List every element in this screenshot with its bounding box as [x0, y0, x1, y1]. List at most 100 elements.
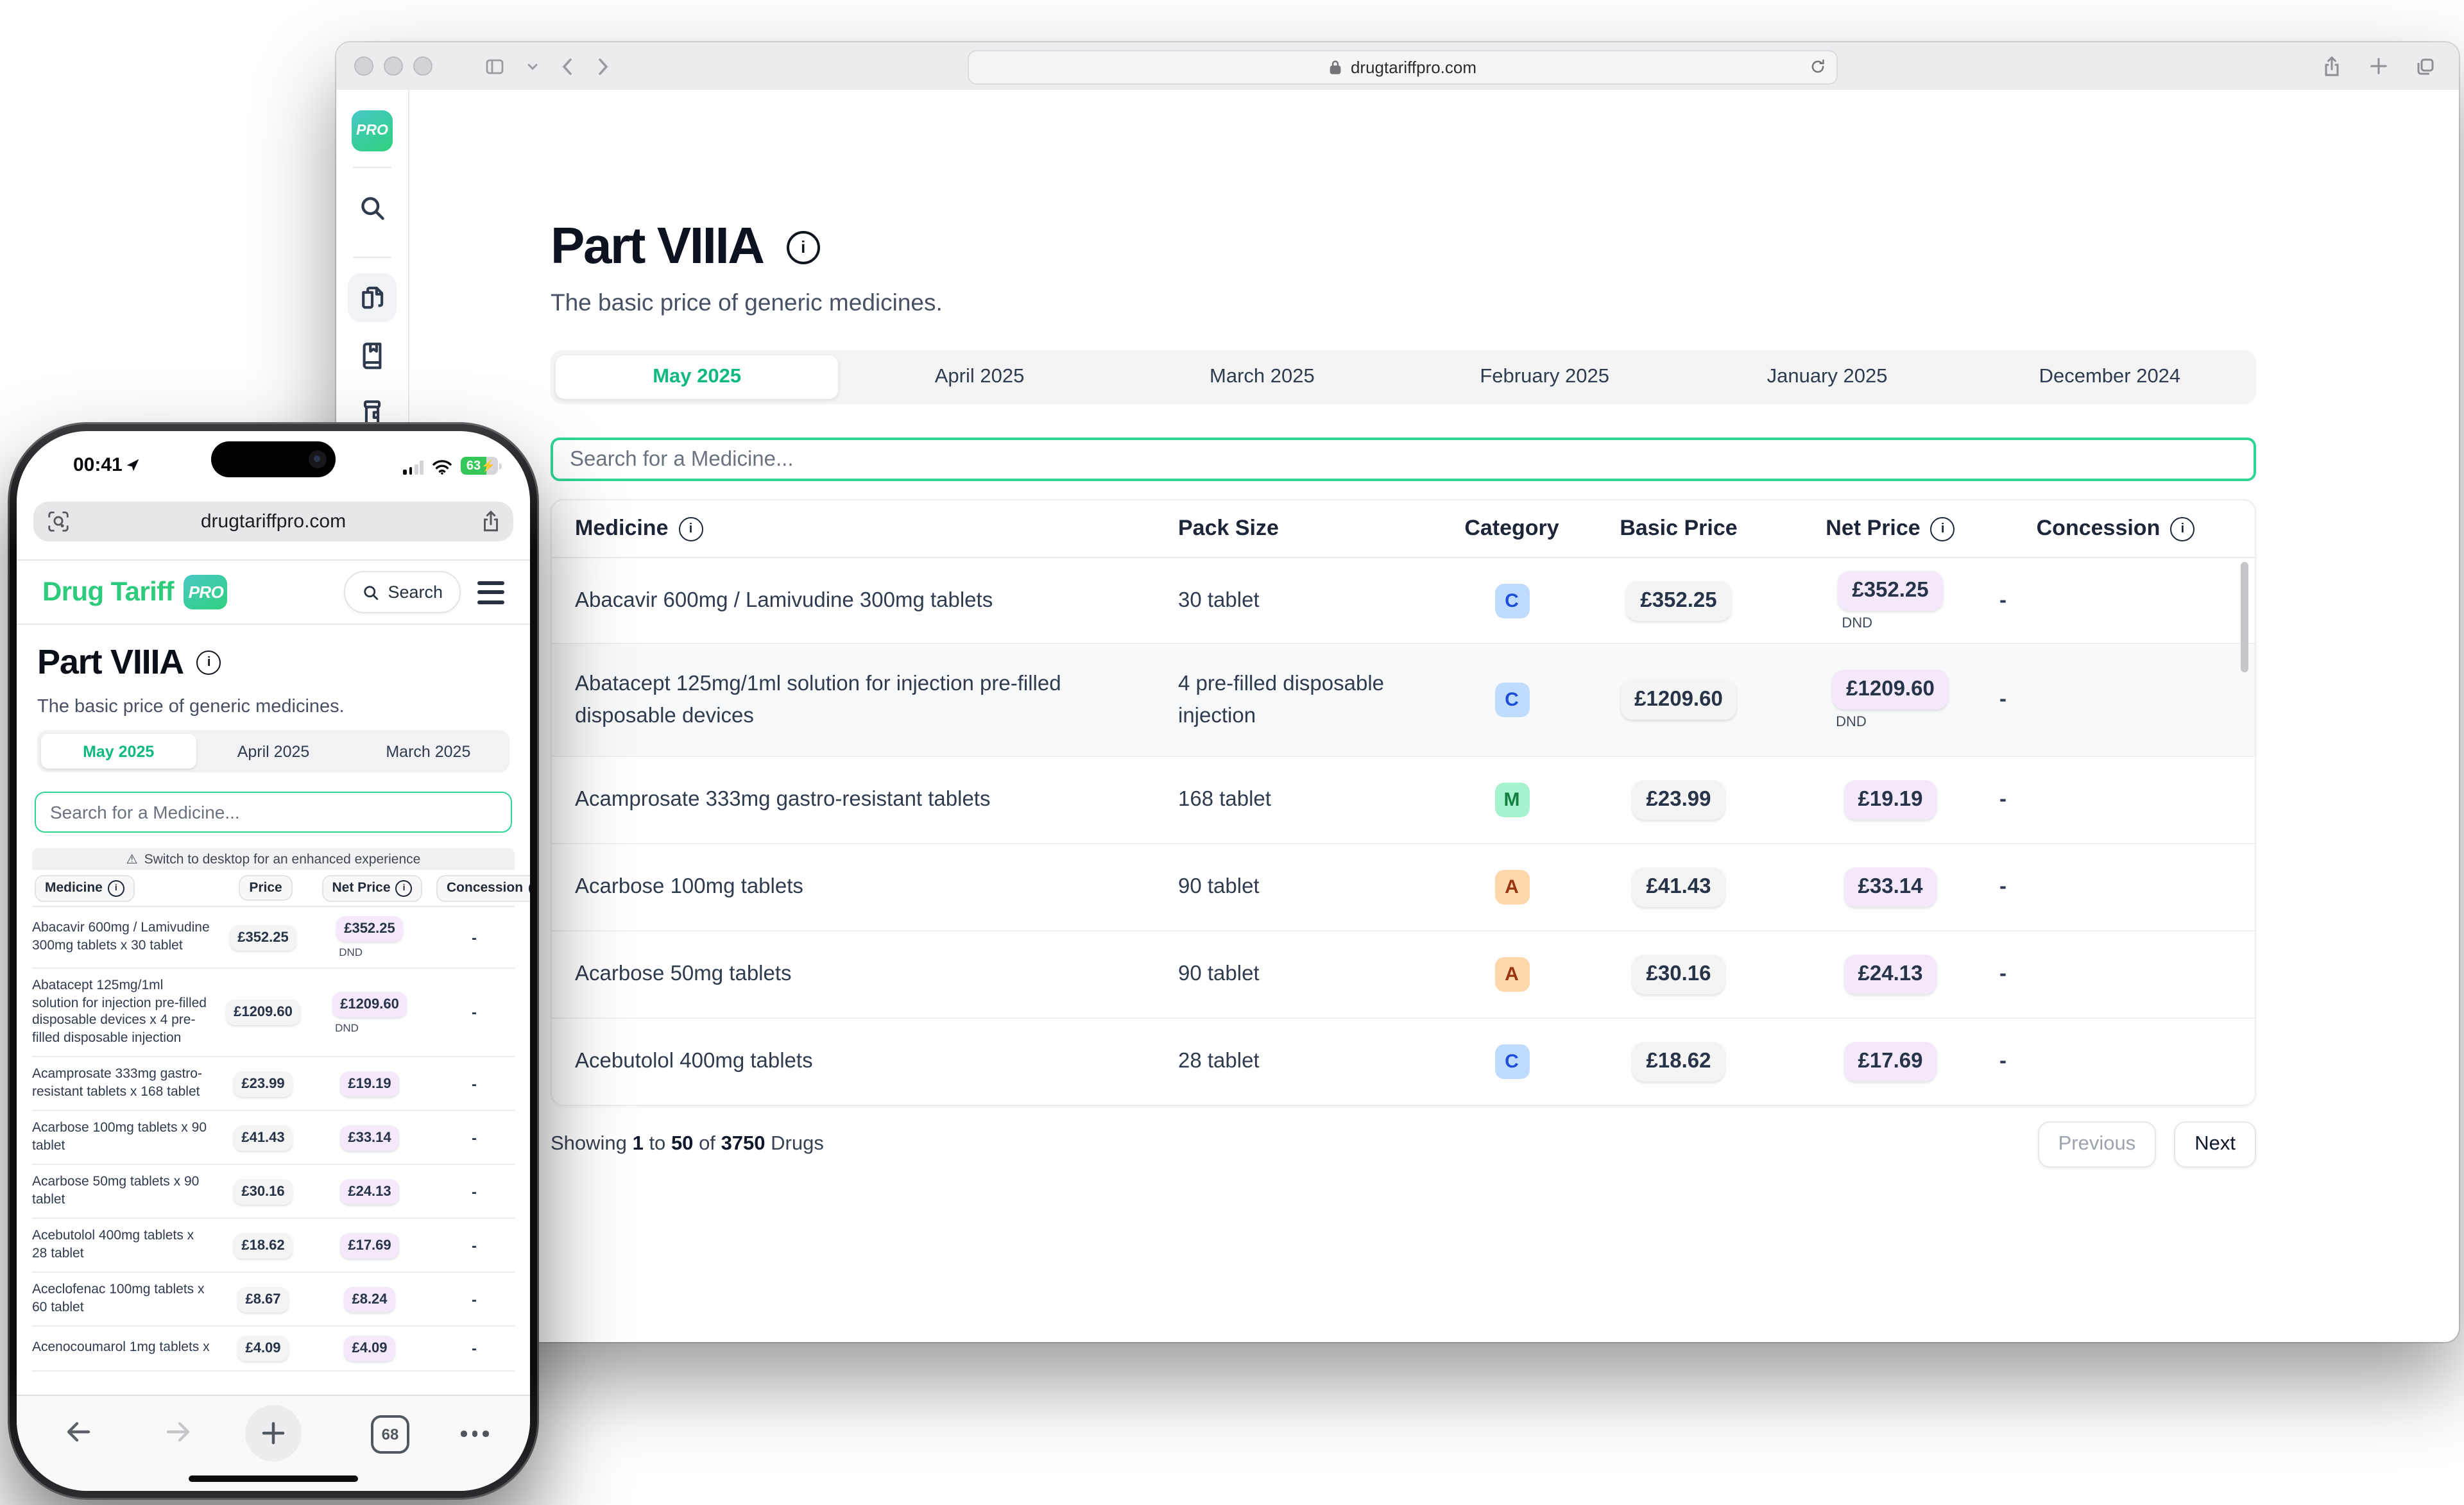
search-icon [362, 583, 380, 601]
basic-price-pill: £1209.60 [1620, 680, 1737, 720]
sidebar-search-icon[interactable] [348, 183, 397, 232]
price-pill: £18.62 [234, 1232, 292, 1258]
medicine-info-icon[interactable] [679, 516, 703, 541]
pro-logo[interactable]: PRO [352, 110, 393, 151]
minimize-window-button[interactable] [384, 56, 403, 76]
table-row[interactable]: Acebutolol 400mg tablets 28 tablet C £18… [552, 1017, 2255, 1105]
forward-icon[interactable] [595, 56, 611, 76]
col-net-price[interactable]: Net Price [1826, 516, 1920, 541]
col-medicine[interactable]: Medicine [575, 516, 669, 541]
phone-more-button[interactable] [461, 1431, 488, 1436]
phone-page-subtitle: The basic price of generic medicines. [37, 697, 345, 717]
browser-nav [484, 56, 611, 76]
close-window-button[interactable] [354, 56, 373, 76]
toolbar-right [2322, 42, 2436, 90]
table-scrollbar[interactable] [2241, 562, 2248, 672]
phone-address-bar[interactable]: drugtariffpro.com [33, 502, 513, 541]
charging-bolt-icon: ⚡ [481, 459, 495, 473]
phone-table-row[interactable]: Acebutolol 400mg tablets x 28 tablet £18… [32, 1219, 515, 1273]
phone-month-tab[interactable]: May 2025 [41, 734, 196, 769]
phone-table-body: Abacavir 600mg / Lamivudine 300mg tablet… [32, 907, 515, 1396]
dynamic-island [211, 441, 336, 477]
home-indicator[interactable] [189, 1475, 358, 1482]
month-tab[interactable]: January 2025 [1686, 355, 1968, 399]
table-footer: Showing 1 to 50 of 3750 Drugs Previous N… [551, 1121, 2256, 1168]
chevron-down-icon[interactable] [526, 60, 539, 72]
phone-col-price[interactable]: Price [239, 875, 292, 901]
concession-value: - [472, 1075, 477, 1093]
col-pack-size[interactable]: Pack Size [1178, 516, 1279, 541]
price-pill: £23.99 [234, 1071, 292, 1096]
phone-month-tab[interactable]: March 2025 [351, 734, 506, 769]
tab-overview-icon[interactable] [2415, 56, 2436, 76]
concession-info-icon[interactable] [2170, 516, 2194, 541]
page-scan-icon[interactable] [46, 509, 71, 534]
url-text: drugtariffpro.com [1351, 58, 1476, 77]
price-pill: £352.25 [230, 924, 296, 950]
table-row[interactable]: Abacavir 600mg / Lamivudine 300mg tablet… [552, 558, 2255, 643]
menu-icon[interactable] [477, 581, 504, 604]
month-tab[interactable]: February 2025 [1403, 355, 1686, 399]
medicine-search-input[interactable] [551, 438, 2256, 481]
phone-month-tab[interactable]: April 2025 [196, 734, 350, 769]
net-price-info-icon[interactable] [1931, 516, 1955, 541]
month-tab[interactable]: April 2025 [838, 355, 1120, 399]
phone-table-row[interactable]: Acenocoumarol 1mg tablets x £4.09 £4.09 … [32, 1327, 515, 1372]
phone-col-concession[interactable]: Concession [436, 874, 530, 901]
phone-table-row[interactable]: Acamprosate 333mg gastro-resistant table… [32, 1057, 515, 1111]
address-bar[interactable]: drugtariffpro.com [968, 50, 1838, 85]
medicines-table: Medicine Pack Size Category Basic Price … [551, 499, 2256, 1106]
table-row[interactable]: Acarbose 50mg tablets 90 tablet A £30.16… [552, 930, 2255, 1017]
phone-medicine-search-input[interactable] [35, 792, 512, 833]
net-price-pill: £1209.60 [1832, 670, 1949, 710]
phone-share-icon[interactable] [480, 509, 502, 534]
brand-logo[interactable]: Drug Tariff PRO [42, 575, 228, 609]
medicine-name: Acarbose 100mg tablets [575, 871, 1178, 903]
sidebar-item-tariff-parts[interactable] [348, 273, 397, 322]
phone-table-row[interactable]: Aceclofenac 100mg tablets x 60 tablet £8… [32, 1273, 515, 1327]
net-price-pill: £4.09 [344, 1336, 395, 1361]
medicine-name: Aceclofenac 100mg tablets x 60 tablet [32, 1282, 212, 1316]
zoom-window-button[interactable] [413, 56, 432, 76]
category-badge: C [1494, 1044, 1529, 1079]
search-button[interactable]: Search [344, 571, 461, 613]
phone-col-medicine[interactable]: Medicine [35, 874, 135, 901]
pack-size: 30 tablet [1178, 584, 1448, 616]
col-basic-price[interactable]: Basic Price [1620, 516, 1737, 541]
month-tab[interactable]: December 2024 [1969, 355, 2251, 399]
share-icon[interactable] [2322, 55, 2342, 78]
basic-price-pill: £352.25 [1626, 581, 1731, 620]
month-tab[interactable]: March 2025 [1121, 355, 1403, 399]
col-concession[interactable]: Concession [2037, 516, 2160, 541]
previous-page-button[interactable]: Previous [2038, 1121, 2157, 1168]
phone-new-tab-button[interactable] [245, 1405, 302, 1461]
refresh-icon[interactable] [1810, 58, 1826, 76]
phone-forward-icon[interactable] [163, 1418, 194, 1446]
price-pill: £1209.60 [226, 999, 300, 1025]
phone-table-row[interactable]: Abacavir 600mg / Lamivudine 300mg tablet… [32, 907, 515, 969]
title-info-icon[interactable] [787, 230, 820, 264]
table-row[interactable]: Abatacept 125mg/1ml solution for injecti… [552, 643, 2255, 756]
concession-value: - [472, 1182, 477, 1200]
phone-tabs-button[interactable]: 68 [371, 1415, 409, 1454]
table-row[interactable]: Acarbose 100mg tablets 90 tablet A £41.4… [552, 843, 2255, 930]
category-badge: A [1494, 870, 1529, 905]
col-category[interactable]: Category [1464, 516, 1559, 541]
phone-back-icon[interactable] [63, 1418, 94, 1446]
sidebar-toggle-icon[interactable] [484, 56, 506, 76]
status-time: 00:41 [73, 454, 141, 476]
window-controls[interactable] [354, 56, 432, 76]
new-tab-icon[interactable] [2369, 56, 2388, 76]
phone-col-net-price[interactable]: Net Price [321, 874, 422, 901]
back-icon[interactable] [560, 56, 575, 76]
dnd-label: DND [1836, 715, 1949, 730]
sidebar-item-bookmarks[interactable] [348, 331, 397, 380]
month-tab[interactable]: May 2025 [556, 355, 838, 399]
phone-table-row[interactable]: Acarbose 100mg tablets x 90 tablet £41.4… [32, 1111, 515, 1165]
phone-title-info-icon[interactable] [196, 650, 221, 675]
phone-table-row[interactable]: Abatacept 125mg/1ml solution for injecti… [32, 969, 515, 1057]
phone-table-row[interactable]: Acarbose 50mg tablets x 90 tablet £30.16… [32, 1165, 515, 1219]
next-page-button[interactable]: Next [2174, 1121, 2256, 1168]
table-row[interactable]: Acamprosate 333mg gastro-resistant table… [552, 756, 2255, 843]
site-header: Drug Tariff PRO Search [17, 561, 530, 625]
